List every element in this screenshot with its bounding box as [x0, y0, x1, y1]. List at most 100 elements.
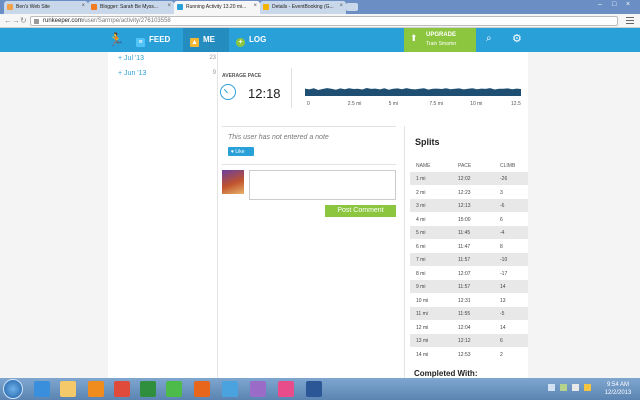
split-climb: -26	[500, 176, 508, 182]
average-pace-value: 12:18	[248, 86, 281, 101]
tray-network-icon[interactable]	[548, 384, 555, 391]
comment-input[interactable]	[249, 170, 396, 200]
pace-chart: 0 2.5 mi 5 mi 7.5 mi 10 mi 12.5 mi	[305, 88, 521, 106]
divider	[222, 126, 396, 127]
clock-date: 12/2/2013	[604, 390, 632, 396]
month-item-jun[interactable]: + Jun '13 9	[118, 70, 216, 77]
split-name: 14 mi	[416, 351, 429, 358]
split-pace: 12:31	[458, 297, 471, 304]
split-climb: 8	[500, 243, 503, 250]
minimize-icon[interactable]: –	[598, 1, 602, 8]
split-name: 10 mi	[416, 297, 429, 304]
browser-tab-1[interactable]: Ben's Web Site ×	[4, 1, 88, 14]
upgrade-button[interactable]: ⬆ UPGRADE Train Smarter	[404, 28, 476, 52]
nav-feed[interactable]: ≡ FEED	[136, 35, 170, 47]
heart-icon: ♥	[231, 149, 234, 155]
month-label: Jul '13	[124, 55, 145, 62]
nav-log-label: LOG	[249, 35, 267, 44]
split-climb: 6	[500, 338, 503, 344]
gear-icon[interactable]: ⚙	[512, 32, 522, 45]
forward-arrow-icon[interactable]: →	[12, 16, 20, 25]
start-button[interactable]	[3, 379, 23, 399]
close-icon[interactable]: ×	[339, 3, 343, 9]
nav-me[interactable]: ▲ ME	[190, 35, 215, 47]
split-climb: 14	[500, 284, 506, 290]
messenger-icon[interactable]	[250, 381, 266, 397]
firefox-icon[interactable]	[194, 381, 210, 397]
splits-header-climb: CLIMB	[500, 163, 516, 169]
browser-tab-3[interactable]: Running Activity 13.20 mi... ×	[174, 1, 260, 14]
table-row: 13 mi 12:12 6	[410, 334, 528, 347]
browser-tab-2[interactable]: Blogger: Sarah Be Myss... ×	[88, 1, 174, 14]
avatar	[222, 170, 244, 194]
tab-title: Running Activity 13.20 mi...	[186, 4, 247, 10]
page-icon	[34, 19, 39, 24]
windows-taskbar: 9:54 AM 12/2/2013	[0, 378, 640, 400]
clock-time: 9:54 AM	[606, 382, 629, 388]
url-input[interactable]: runkeeper.com/user/Sarrnpe/activity/2761…	[30, 16, 618, 26]
table-row: 1 mi 12:02 -26	[410, 172, 528, 185]
new-tab-button[interactable]	[346, 3, 358, 11]
search-icon[interactable]: ⌕	[486, 33, 492, 44]
split-name: 1 mi	[416, 176, 426, 182]
runner-logo-icon[interactable]: 🏃	[108, 32, 124, 48]
excel-icon[interactable]	[140, 381, 156, 397]
split-name: 6 mi	[416, 243, 426, 250]
game-icon[interactable]	[166, 381, 182, 397]
reload-icon[interactable]: ↻	[20, 16, 27, 25]
tray-flag-icon[interactable]	[584, 384, 591, 391]
x-tick-label: 12.5 mi	[511, 101, 521, 106]
split-pace: 11:45	[458, 230, 471, 236]
window-close-icon[interactable]: ×	[626, 1, 630, 8]
table-row: 5 mi 11:45 -4	[410, 226, 528, 239]
nav-feed-label: FEED	[149, 35, 171, 44]
split-name: 3 mi	[416, 203, 426, 209]
month-label: Jun '13	[124, 70, 147, 77]
split-name: 12 mi	[416, 324, 429, 331]
table-row: 10 mi 12:31 13	[410, 294, 528, 307]
close-icon[interactable]: ×	[253, 3, 257, 9]
table-row: 4 mi 15:00 6	[410, 213, 528, 226]
outlook-icon[interactable]	[88, 381, 104, 397]
pace-area-series	[305, 88, 521, 96]
word-icon[interactable]	[306, 381, 322, 397]
iphoto-icon[interactable]	[222, 381, 238, 397]
feed-icon: ≡	[136, 38, 145, 47]
tab-title: Ben's Web Site	[16, 4, 50, 10]
split-climb: 14	[500, 324, 506, 331]
split-climb: -6	[500, 203, 505, 209]
close-icon[interactable]: ×	[81, 3, 85, 9]
menu-icon[interactable]	[626, 17, 634, 24]
split-climb: -17	[500, 270, 508, 277]
table-row: 14 mi 12:53 2	[410, 348, 528, 361]
upgrade-title: UPGRADE	[426, 32, 457, 38]
table-row: 12 mi 12:04 14	[410, 321, 528, 334]
upgrade-arrow-icon: ⬆	[410, 33, 418, 43]
splits-header-pace: PACE	[458, 163, 472, 169]
table-row: 9 mi 11:57 14	[410, 280, 528, 293]
like-button[interactable]: ♥ Like	[228, 147, 254, 156]
split-pace: 12:07	[458, 270, 471, 277]
nav-log[interactable]: + LOG	[236, 35, 266, 47]
paint-icon[interactable]	[278, 381, 294, 397]
close-icon[interactable]: ×	[167, 3, 171, 9]
back-arrow-icon[interactable]: ←	[4, 16, 12, 25]
split-name: 9 mi	[416, 284, 426, 290]
month-item-jul[interactable]: + Jul '13 23	[118, 55, 216, 62]
post-comment-button[interactable]: Post Comment	[325, 205, 396, 217]
split-name: 11 mi	[416, 311, 428, 317]
split-pace: 12:23	[458, 189, 471, 196]
split-climb: -4	[500, 230, 505, 236]
tab-title: Blogger: Sarah Be Myss...	[100, 4, 159, 10]
tray-battery-icon[interactable]	[560, 384, 567, 391]
ie-icon[interactable]	[34, 381, 50, 397]
clock[interactable]: 9:54 AM 12/2/2013	[604, 381, 632, 397]
table-row: 8 mi 12:07 -17	[410, 267, 528, 280]
explorer-icon[interactable]	[60, 381, 76, 397]
website-favicon-icon	[7, 4, 13, 10]
maximize-icon[interactable]: □	[612, 1, 616, 8]
split-pace: 11:47	[458, 243, 471, 250]
browser-tab-4[interactable]: Details - EventBooking (G... ×	[260, 1, 346, 14]
tray-volume-icon[interactable]	[572, 384, 579, 391]
chrome-icon[interactable]	[114, 381, 130, 397]
